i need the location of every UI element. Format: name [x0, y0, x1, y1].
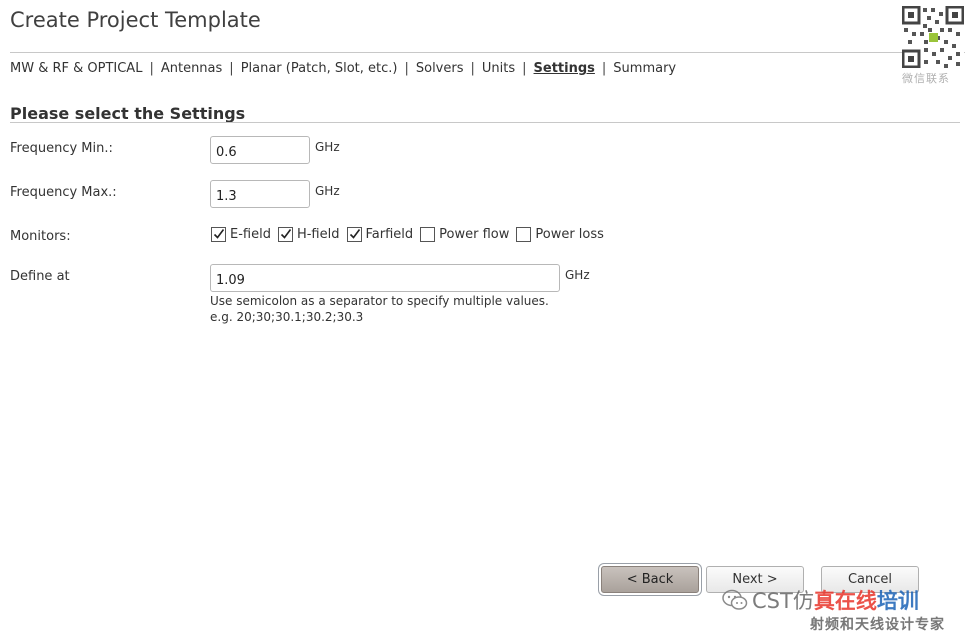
- qr-code-icon: [901, 5, 965, 69]
- checkbox-label-farfield[interactable]: Farfield: [366, 227, 414, 242]
- breadcrumb-separator: |: [470, 61, 475, 76]
- define-at-input[interactable]: [210, 264, 560, 292]
- breadcrumb: MW & RF & OPTICAL | Antennas | Planar (P…: [10, 61, 676, 76]
- checkbox-label-power-loss[interactable]: Power loss: [535, 227, 604, 242]
- breadcrumb-item-solvers[interactable]: Solvers: [416, 61, 464, 76]
- monitor-power-flow: Power flow: [420, 227, 509, 242]
- monitor-power-loss: Power loss: [516, 227, 604, 242]
- checkbox-farfield[interactable]: [346, 227, 362, 242]
- checkbox-power-flow[interactable]: [420, 227, 436, 242]
- check-icon: [280, 229, 292, 239]
- breadcrumb-separator: |: [229, 61, 234, 76]
- breadcrumb-item-summary[interactable]: Summary: [613, 61, 676, 76]
- monitor-farfield: Farfield: [346, 227, 414, 242]
- watermark-brand-prefix: CST仿: [752, 589, 814, 613]
- qr-caption: 微信联系: [902, 72, 950, 85]
- checkbox-power-loss[interactable]: [516, 227, 532, 242]
- checkbox-label-power-flow[interactable]: Power flow: [439, 227, 509, 242]
- monitor-h-field: H-field: [277, 227, 340, 242]
- freq-max-input[interactable]: [210, 180, 310, 208]
- freq-max-unit: GHz: [315, 184, 340, 198]
- freq-min-label: Frequency Min.:: [10, 141, 113, 156]
- page-title: Create Project Template: [10, 8, 261, 32]
- define-at-label: Define at: [10, 269, 70, 284]
- checkbox-label-h-field[interactable]: H-field: [297, 227, 340, 242]
- checkbox-label-e-field[interactable]: E-field: [230, 227, 271, 242]
- check-icon: [349, 229, 360, 239]
- breadcrumb-separator: |: [149, 61, 154, 76]
- hint-example: e.g. 20;30;30.1;30.2;30.3: [210, 310, 364, 324]
- breadcrumb-item-settings[interactable]: Settings: [534, 61, 595, 76]
- watermark-tagline: 射频和天线设计专家: [810, 617, 945, 633]
- freq-min-input[interactable]: [210, 136, 310, 164]
- title-divider: [10, 52, 965, 53]
- monitors-label: Monitors:: [10, 229, 71, 244]
- monitor-e-field: E-field: [211, 227, 271, 242]
- breadcrumb-item-mw-rf-optical[interactable]: MW & RF & OPTICAL: [10, 61, 142, 76]
- breadcrumb-item-units[interactable]: Units: [482, 61, 515, 76]
- freq-max-label: Frequency Max.:: [10, 185, 117, 200]
- breadcrumb-separator: |: [601, 61, 607, 76]
- checkbox-h-field[interactable]: [277, 227, 293, 242]
- section-title: Please select the Settings: [10, 104, 246, 123]
- watermark-brand-blue: 培训: [876, 589, 919, 613]
- freq-min-unit: GHz: [315, 140, 340, 154]
- breadcrumb-item-planar[interactable]: Planar (Patch, Slot, etc.): [241, 61, 398, 76]
- hint-line: Use semicolon as a separator to specify …: [210, 294, 549, 308]
- watermark-brand: CST仿 真在线 培训: [722, 585, 919, 615]
- breadcrumb-separator: |: [522, 61, 527, 76]
- breadcrumb-separator: |: [404, 61, 409, 76]
- define-at-hint: Use semicolon as a separator to specify …: [210, 293, 549, 325]
- watermark-brand-red: 真在线: [813, 589, 877, 613]
- monitors-group: E-field H-field Farfield Power flow Powe…: [211, 227, 611, 242]
- wechat-icon: [722, 589, 748, 610]
- check-icon: [213, 229, 225, 239]
- back-button[interactable]: < Back: [601, 566, 699, 593]
- define-at-unit: GHz: [565, 268, 590, 282]
- breadcrumb-item-antennas[interactable]: Antennas: [161, 61, 222, 76]
- section-divider: [10, 122, 960, 123]
- checkbox-e-field[interactable]: [211, 227, 226, 242]
